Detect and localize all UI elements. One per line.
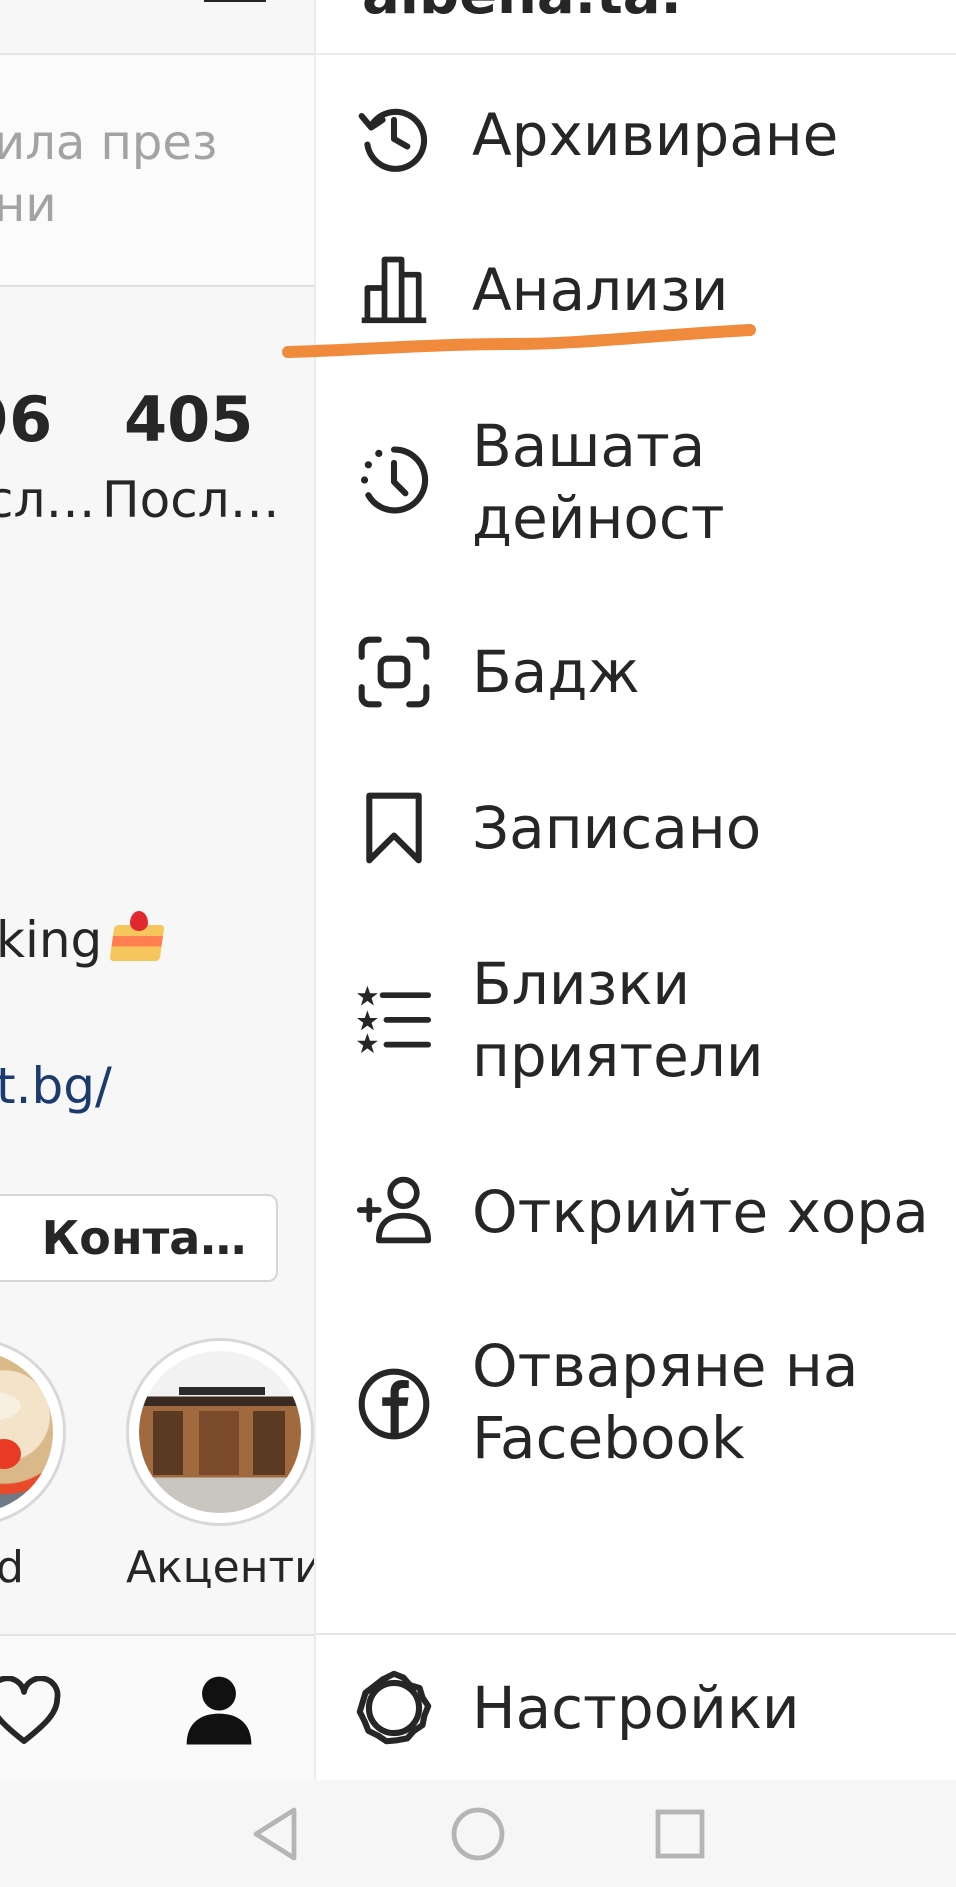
bookmark-icon [356, 790, 432, 866]
bio-line: king [0, 908, 165, 972]
add-person-icon [356, 1172, 432, 1248]
contact-button[interactable]: Конта… [0, 1194, 278, 1282]
menu-item-archive[interactable]: Архивиране [316, 95, 956, 175]
food-photo-icon [0, 1351, 53, 1513]
menu-item-activity-label: Вашата дейност [472, 412, 725, 552]
back-icon[interactable] [246, 1804, 306, 1864]
menu-item-saved-label: Записано [472, 794, 762, 862]
highlight-accents-label: Акценти [126, 1542, 314, 1593]
menu-item-open-facebook-label: Отваряне на Facebook [472, 1332, 859, 1472]
highlight-food-label: d [0, 1542, 24, 1593]
profile-panel: ила през ни 96 сл… 405 Посл… king t.bg/ … [0, 0, 314, 1780]
menu-item-saved[interactable]: Записано [316, 788, 956, 868]
side-drawer: albena.ta. Архивиране Анализи Вашата дей… [282, 0, 956, 1780]
menu-item-discover-people-label: Открийте хора [472, 1178, 929, 1246]
info-banner[interactable]: ила през ни [0, 55, 314, 287]
facebook-icon [356, 1366, 432, 1442]
profile-link[interactable]: t.bg/ [0, 1054, 112, 1118]
menu-item-badge[interactable]: Бадж [316, 632, 956, 712]
drawer-username: albena.ta. [362, 0, 682, 30]
menu-icon[interactable] [204, 0, 266, 6]
recents-icon[interactable] [650, 1804, 710, 1864]
drawer-footer-divider [316, 1633, 956, 1635]
storefront-photo-icon [139, 1351, 301, 1513]
menu-item-settings-label: Настройки [472, 1674, 800, 1742]
archive-icon [356, 99, 432, 175]
activity-icon [356, 442, 432, 518]
bio-text: king [0, 911, 103, 969]
system-navigation-bar [0, 1780, 956, 1887]
menu-item-close-friends[interactable]: Близки приятели [316, 948, 956, 1098]
drawer-header: albena.ta. [316, 0, 956, 55]
profile-icon[interactable] [182, 1672, 256, 1746]
menu-item-open-facebook[interactable]: Отваряне на Facebook [316, 1330, 956, 1480]
highlight-food[interactable] [0, 1338, 66, 1526]
menu-item-close-friends-label: Близки приятели [472, 950, 764, 1090]
menu-item-badge-label: Бадж [472, 638, 640, 706]
heart-icon[interactable] [0, 1675, 62, 1746]
menu-item-settings[interactable]: Настройки [316, 1668, 956, 1748]
banner-text: ила през ни [0, 115, 218, 233]
menu-item-discover-people[interactable]: Открийте хора [316, 1172, 956, 1252]
highlight-accents[interactable] [126, 1338, 314, 1526]
close-friends-icon [356, 980, 432, 1056]
posts-count[interactable]: 96 [0, 382, 52, 458]
cake-emoji-icon [109, 911, 165, 963]
annotation-underline [282, 324, 756, 358]
following-label[interactable]: Посл… [102, 470, 280, 530]
menu-item-archive-label: Архивиране [472, 101, 839, 169]
posts-label[interactable]: сл… [0, 470, 95, 530]
bottom-tab-bar [0, 1636, 314, 1780]
qr-scan-icon [356, 634, 432, 710]
settings-icon [356, 1670, 432, 1746]
following-count[interactable]: 405 [124, 382, 253, 458]
menu-item-activity[interactable]: Вашата дейност [316, 410, 956, 560]
home-icon[interactable] [448, 1804, 508, 1864]
